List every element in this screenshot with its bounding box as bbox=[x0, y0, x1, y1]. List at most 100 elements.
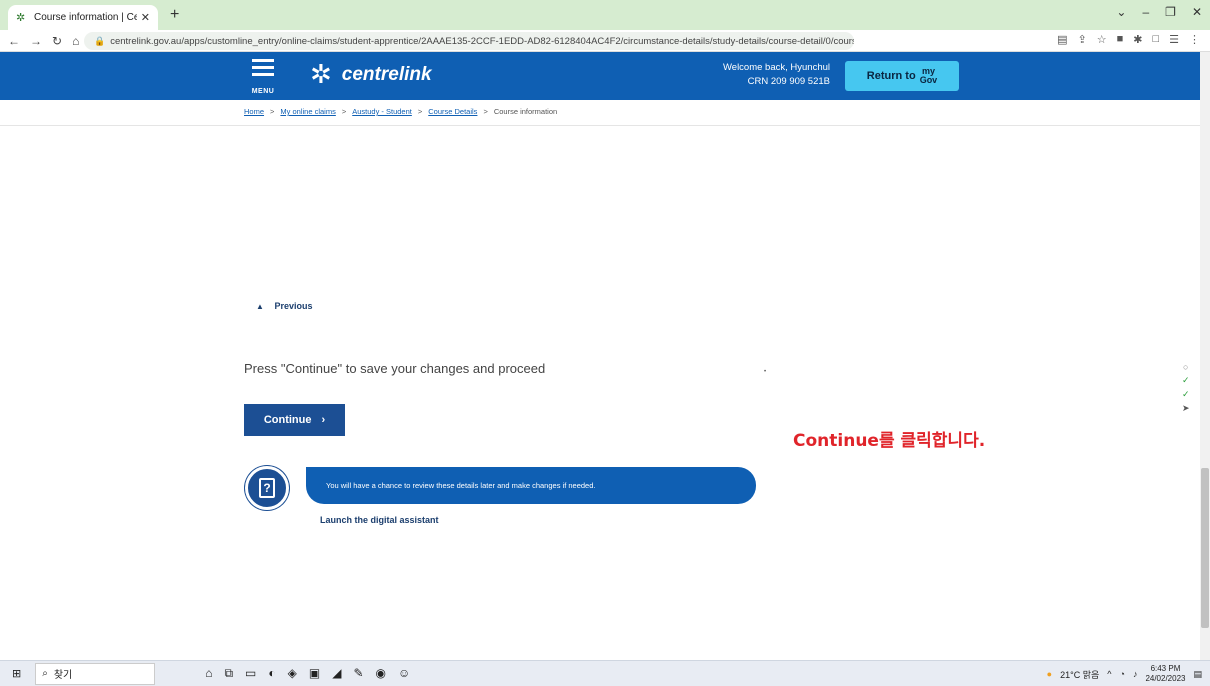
assistant-message: You will have a chance to review these d… bbox=[326, 481, 596, 490]
browser-tabbar: ✲ Course information | Centrelink ✕ + ⌄ … bbox=[0, 0, 1210, 30]
file-explorer-icon[interactable]: ▭ bbox=[245, 666, 256, 681]
search-label: 찾기 bbox=[53, 670, 73, 681]
taskbar-apps: ⌂ ⧉ ▭ ◐ ◈ ▣ ◢ ✎ ◉ ☺ bbox=[205, 666, 410, 681]
centrelink-logo[interactable]: ✲ centrelink bbox=[310, 59, 432, 90]
breadcrumb-bar: Home > My online claims > Austudy - Stud… bbox=[0, 100, 1200, 126]
progress-check-icon: ✓ bbox=[1182, 375, 1190, 385]
scrollbar[interactable] bbox=[1200, 52, 1210, 660]
forward-icon[interactable]: → bbox=[30, 34, 42, 48]
profile-icon[interactable]: ☰ bbox=[1169, 33, 1179, 46]
taskbar-search[interactable]: ⌕ 찾기 bbox=[35, 662, 156, 685]
close-tab-icon[interactable]: ✕ bbox=[141, 11, 150, 24]
widget-icon[interactable]: ⌂ bbox=[205, 666, 212, 681]
puzzle-icon[interactable]: ✱ bbox=[1133, 33, 1142, 46]
notification-icon[interactable]: ▤ bbox=[1193, 669, 1202, 680]
home-icon[interactable]: ⌂ bbox=[72, 34, 79, 48]
return-label: Return to bbox=[866, 70, 916, 82]
crn-text: CRN 209 909 521B bbox=[747, 76, 830, 87]
minimize-icon[interactable]: – bbox=[1142, 5, 1149, 19]
tray-expand-icon[interactable]: ^ bbox=[1107, 669, 1111, 679]
edge-icon[interactable]: ◐ bbox=[268, 666, 275, 681]
continue-label: Continue bbox=[263, 414, 312, 426]
back-icon[interactable]: ← bbox=[8, 34, 20, 48]
search-icon: ⌕ bbox=[42, 668, 48, 679]
clock-time: 6:43 PM bbox=[1150, 664, 1181, 673]
restore-icon[interactable]: ❐ bbox=[1165, 5, 1176, 19]
hamburger-icon bbox=[252, 59, 274, 76]
extension-icon[interactable]: ■ bbox=[1117, 33, 1124, 46]
send-icon[interactable]: ➤ bbox=[1182, 403, 1190, 414]
browser-tab[interactable]: ✲ Course information | Centrelink ✕ bbox=[8, 5, 158, 30]
breadcrumb-separator: > bbox=[417, 107, 423, 116]
url-field[interactable]: 🔒 centrelink.gov.au/apps/customline_entr… bbox=[84, 32, 854, 50]
task-view-icon[interactable]: ⧉ bbox=[224, 666, 233, 681]
share-icon[interactable]: ⇪ bbox=[1078, 33, 1087, 46]
reload-icon[interactable]: ↻ bbox=[52, 34, 62, 48]
site-header: MENU ✲ centrelink Welcome back, Hyunchul… bbox=[0, 52, 1200, 100]
centrelink-star-icon: ✲ bbox=[310, 59, 332, 89]
previous-label: Previous bbox=[274, 301, 313, 311]
breadcrumb-home[interactable]: Home bbox=[244, 107, 264, 116]
breadcrumb-separator: > bbox=[341, 107, 347, 116]
game-icon[interactable]: ☺ bbox=[398, 666, 410, 681]
store-icon[interactable]: ◈ bbox=[288, 666, 297, 681]
weather-text[interactable]: 21°C 맑음 bbox=[1060, 668, 1099, 681]
tab-title: Course information | Centrelink bbox=[34, 12, 137, 23]
scrollbar-thumb[interactable] bbox=[1201, 468, 1209, 628]
mygov-bottom: Gov bbox=[919, 75, 938, 85]
launch-assistant-link[interactable]: Launch the digital assistant bbox=[320, 515, 439, 525]
breadcrumb-my-online-claims[interactable]: My online claims bbox=[280, 107, 335, 116]
clock[interactable]: 6:43 PM 24/02/2023 bbox=[1145, 664, 1185, 684]
stray-dot: • bbox=[764, 369, 767, 375]
lock-icon: 🔒 bbox=[94, 35, 106, 46]
logo-text: centrelink bbox=[341, 63, 432, 85]
welcome-block: Welcome back, Hyunchul CRN 209 909 521B bbox=[690, 61, 830, 89]
clock-date: 24/02/2023 bbox=[1145, 674, 1186, 683]
chevron-right-icon: › bbox=[321, 414, 326, 426]
assistant-message-bubble: You will have a chance to review these d… bbox=[306, 467, 756, 504]
instruction-annotation: Continue를 클릭합니다. bbox=[793, 431, 986, 451]
breadcrumb: Home > My online claims > Austudy - Stud… bbox=[244, 107, 557, 116]
url-text: centrelink.gov.au/apps/customline_entry/… bbox=[110, 35, 854, 47]
menu-button[interactable]: MENU bbox=[245, 53, 281, 99]
tab-search-icon[interactable]: ⌄ bbox=[1116, 5, 1126, 19]
continue-prompt: Press "Continue" to save your changes an… bbox=[244, 361, 546, 376]
volume-icon[interactable]: ♪ bbox=[1133, 669, 1138, 679]
welcome-text: Welcome back, Hyunchul bbox=[722, 62, 830, 73]
paint-icon[interactable]: ✎ bbox=[353, 666, 363, 681]
network-icon[interactable]: ◔ bbox=[1120, 669, 1125, 679]
translate-icon[interactable]: ▤ bbox=[1057, 33, 1067, 46]
breadcrumb-separator: > bbox=[483, 107, 488, 116]
return-to-mygov-button[interactable]: Return to my Gov bbox=[845, 61, 959, 91]
word-icon[interactable]: ▣ bbox=[309, 666, 320, 681]
close-window-icon[interactable]: ✕ bbox=[1192, 5, 1202, 19]
bookmark-star-icon[interactable]: ☆ bbox=[1097, 33, 1107, 46]
digital-assistant-icon[interactable]: ? bbox=[245, 466, 289, 510]
side-progress: ○ ✓ ✓ ➤ bbox=[1182, 362, 1190, 414]
system-tray: ● 21°C 맑음 ^ ◔ ♪ 6:43 PM 24/02/2023 ▤ bbox=[1047, 664, 1202, 684]
breadcrumb-separator: > bbox=[270, 107, 275, 116]
breadcrumb-current: Course information bbox=[493, 107, 558, 116]
address-bar: ← → ↻ ⌂ 🔒 centrelink.gov.au/apps/customl… bbox=[0, 30, 1210, 52]
chevron-up-icon: ▲ bbox=[256, 302, 264, 311]
chrome-icon[interactable]: ◉ bbox=[376, 666, 386, 681]
progress-check-icon: ✓ bbox=[1182, 389, 1190, 399]
menu-label: MENU bbox=[251, 88, 275, 95]
windows-taskbar: ⊞ ⌕ 찾기 ⌂ ⧉ ▭ ◐ ◈ ▣ ◢ ✎ ◉ ☺ ● 21°C 맑음 ^ ◔… bbox=[0, 660, 1210, 686]
window-controls: ⌄ – ❐ ✕ bbox=[1116, 5, 1202, 19]
kebab-menu-icon[interactable]: ⋮ bbox=[1189, 33, 1200, 46]
new-tab-button[interactable]: + bbox=[170, 6, 179, 24]
centrelink-favicon-icon: ✲ bbox=[16, 11, 26, 24]
question-book-icon: ? bbox=[259, 478, 275, 498]
windows-start-icon[interactable]: ⊞ bbox=[12, 667, 21, 680]
previous-link[interactable]: ▲ Previous bbox=[256, 301, 312, 311]
mygov-logo: my Gov bbox=[920, 67, 938, 85]
app-icon[interactable]: ◢ bbox=[332, 666, 341, 681]
continue-button[interactable]: Continue › bbox=[244, 404, 345, 436]
breadcrumb-course-details[interactable]: Course Details bbox=[428, 107, 477, 116]
extension-icons: ▤ ⇪ ☆ ■ ✱ □ ☰ ⋮ bbox=[1057, 33, 1200, 46]
sidepanel-icon[interactable]: □ bbox=[1152, 33, 1159, 46]
progress-circle-icon: ○ bbox=[1183, 362, 1189, 372]
breadcrumb-austudy[interactable]: Austudy - Student bbox=[352, 107, 412, 116]
weather-icon: ● bbox=[1046, 669, 1053, 679]
